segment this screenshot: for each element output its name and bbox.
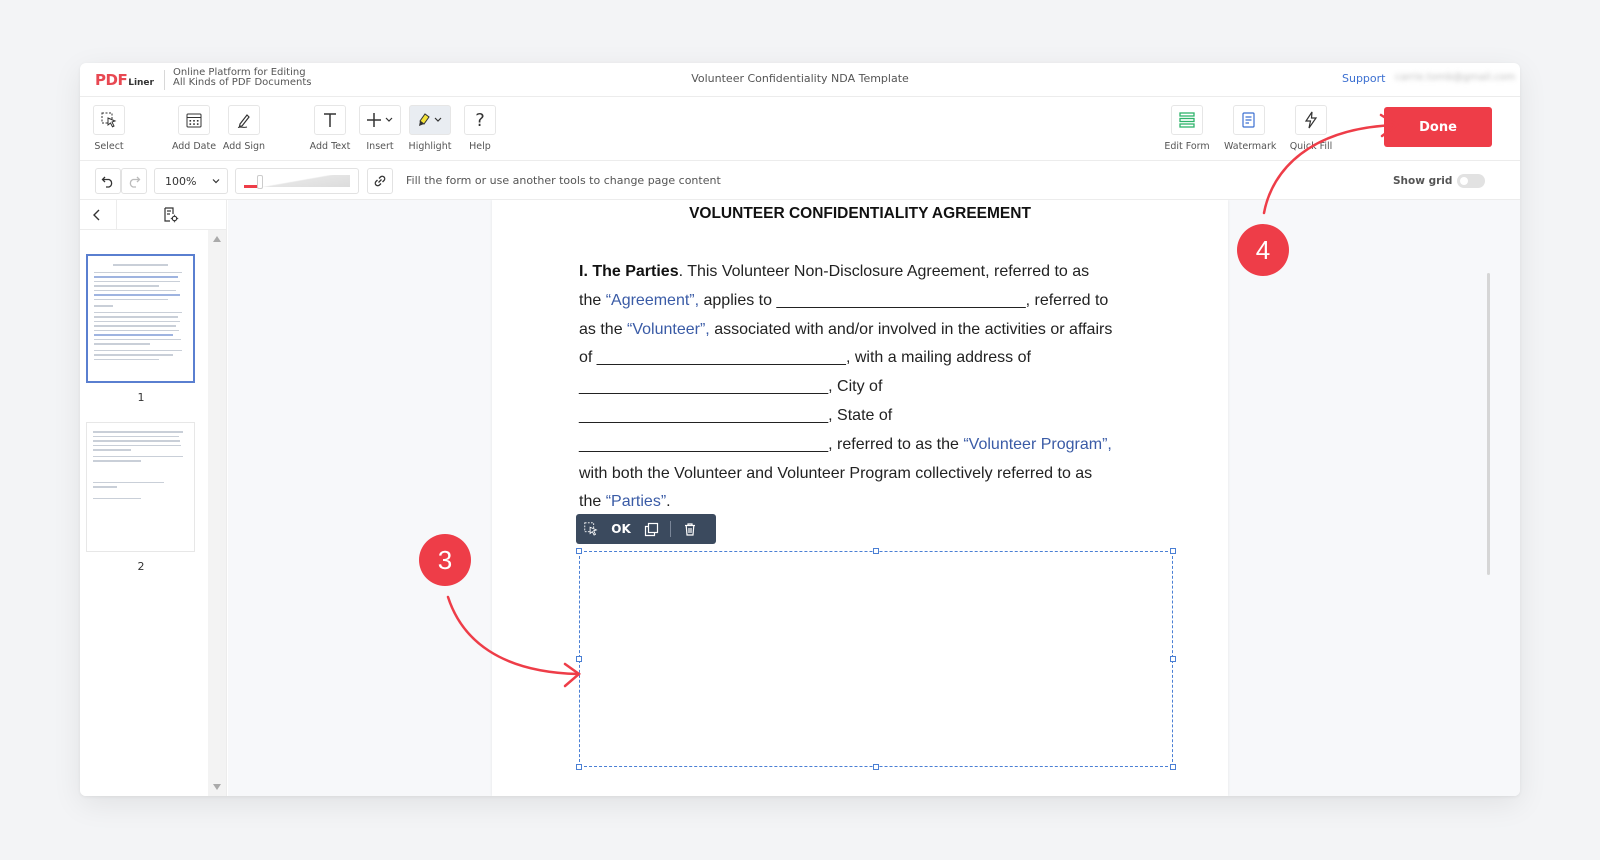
document-canvas: VOLUNTEER CONFIDENTIALITY AGREEMENT I. T…	[228, 200, 1520, 796]
field-ok-button[interactable]: OK	[606, 514, 636, 544]
sidebar-header	[80, 200, 227, 230]
watermark-icon	[1233, 105, 1265, 135]
edit-form-tool[interactable]: Edit Form	[1162, 105, 1212, 152]
question-icon: ?	[464, 105, 496, 135]
support-link[interactable]: Support	[1342, 72, 1385, 85]
form-icon	[1171, 105, 1203, 135]
resize-handle-top-right[interactable]	[1170, 548, 1176, 554]
done-button[interactable]: Done	[1384, 107, 1492, 147]
resize-handle-top[interactable]	[873, 548, 879, 554]
show-grid-label: Show grid	[1393, 175, 1453, 187]
select-icon	[584, 522, 598, 536]
chevron-down-icon	[212, 179, 220, 184]
select-tool[interactable]: Select	[84, 105, 134, 152]
field-select-button[interactable]	[576, 514, 606, 544]
undo-button[interactable]	[95, 168, 121, 194]
app-window: PDFLiner Online Platform for Editing All…	[80, 63, 1520, 796]
field-toolbar-divider	[670, 521, 671, 537]
edit-form-label: Edit Form	[1164, 141, 1210, 152]
undo-icon	[101, 176, 113, 188]
sidebar-scrollbar[interactable]	[208, 230, 226, 796]
doc-line: I. The Parties. This Volunteer Non-Discl…	[579, 263, 1090, 280]
document-title: Volunteer Confidentiality NDA Template	[691, 72, 909, 85]
zoom-select[interactable]: 100%	[154, 168, 228, 194]
field-duplicate-button[interactable]	[636, 514, 666, 544]
add-date-tool[interactable]: Add Date	[169, 105, 219, 152]
add-text-label: Add Text	[309, 141, 351, 152]
sidebar-header-divider	[116, 200, 117, 230]
page-settings-icon[interactable]	[162, 206, 180, 224]
add-text-tool[interactable]: Add Text	[305, 105, 355, 152]
watermark-label: Watermark	[1224, 141, 1277, 152]
scroll-down-icon[interactable]	[213, 784, 221, 790]
redo-button[interactable]	[121, 168, 147, 194]
app-header: PDFLiner Online Platform for Editing All…	[80, 63, 1520, 97]
calendar-icon	[178, 105, 210, 135]
doc-line: of ____________________________, with a …	[579, 349, 1031, 367]
hint-text: Fill the form or use another tools to ch…	[406, 174, 721, 187]
page-number-1: 1	[137, 391, 145, 404]
zoom-slider[interactable]	[235, 168, 359, 194]
link-icon	[374, 175, 386, 187]
doc-line: the “Parties”.	[579, 493, 671, 511]
scroll-up-icon[interactable]	[213, 236, 221, 242]
trash-icon	[685, 523, 695, 536]
highlighter-icon	[409, 105, 451, 135]
doc-line: the “Agreement”, applies to ____________…	[579, 291, 1109, 309]
add-date-label: Add Date	[171, 141, 217, 152]
help-tool[interactable]: ? Help	[455, 105, 505, 152]
zoom-slider-knob[interactable]	[257, 175, 263, 189]
resize-handle-right[interactable]	[1170, 656, 1176, 662]
selected-text-field[interactable]	[579, 551, 1173, 767]
resize-handle-top-left[interactable]	[576, 548, 582, 554]
doc-line: ____________________________, referred t…	[579, 435, 1112, 453]
resize-handle-bottom-left[interactable]	[576, 764, 582, 770]
user-email: carrie.tomb@gmail.com	[1395, 72, 1516, 83]
quick-fill-label: Quick Fill	[1289, 141, 1333, 152]
insert-label: Insert	[366, 141, 394, 152]
add-sign-tool[interactable]: Add Sign	[219, 105, 269, 152]
help-label: Help	[469, 141, 491, 152]
sub-toolbar: 100% Fill the form or use another tools …	[80, 162, 1520, 200]
highlight-label: Highlight	[408, 141, 452, 152]
step-3-badge: 3	[419, 534, 471, 586]
resize-handle-left[interactable]	[576, 656, 582, 662]
document-heading: VOLUNTEER CONFIDENTIALITY AGREEMENT	[689, 205, 1031, 222]
page-sidebar: 1 2	[80, 200, 227, 796]
doc-line: as the “Volunteer”, associated with and/…	[579, 320, 1113, 338]
text-icon	[314, 105, 346, 135]
select-icon	[93, 105, 125, 135]
page-thumbnail-1[interactable]	[86, 254, 195, 383]
canvas-scrollbar-thumb[interactable]	[1487, 273, 1490, 575]
zoom-value: 100%	[165, 175, 197, 188]
quick-fill-tool[interactable]: Quick Fill	[1286, 105, 1336, 152]
select-label: Select	[94, 141, 124, 152]
document-body: I. The Parties. This Volunteer Non-Discl…	[579, 258, 1159, 517]
field-toolbar: OK	[576, 514, 716, 544]
document-page: VOLUNTEER CONFIDENTIALITY AGREEMENT I. T…	[492, 200, 1228, 796]
chevron-left-icon[interactable]	[90, 208, 104, 222]
field-delete-button[interactable]	[675, 514, 705, 544]
highlight-tool[interactable]: Highlight	[405, 105, 455, 152]
redo-icon	[129, 176, 141, 188]
pen-sign-icon	[228, 105, 260, 135]
page-thumbnail-2[interactable]	[86, 422, 195, 552]
step-4-badge: 4	[1237, 224, 1289, 276]
watermark-tool[interactable]: Watermark	[1224, 105, 1277, 152]
page-number-2: 2	[137, 560, 145, 573]
lightning-icon	[1295, 105, 1327, 135]
doc-line: ____________________________, City of	[579, 378, 883, 396]
resize-handle-bottom[interactable]	[873, 764, 879, 770]
plus-icon	[359, 105, 401, 135]
link-button[interactable]	[367, 168, 393, 194]
copy-icon	[644, 522, 658, 536]
show-grid-toggle[interactable]	[1457, 174, 1485, 188]
doc-line: with both the Volunteer and Volunteer Pr…	[579, 464, 1093, 482]
resize-handle-bottom-right[interactable]	[1170, 764, 1176, 770]
main-toolbar: Select Add Date Add Sign Add Text Insert	[80, 97, 1520, 161]
insert-tool[interactable]: Insert	[355, 105, 405, 152]
thumbnails-panel: 1 2	[80, 230, 208, 796]
doc-line: ____________________________, State of	[579, 406, 893, 424]
add-sign-label: Add Sign	[222, 141, 266, 152]
